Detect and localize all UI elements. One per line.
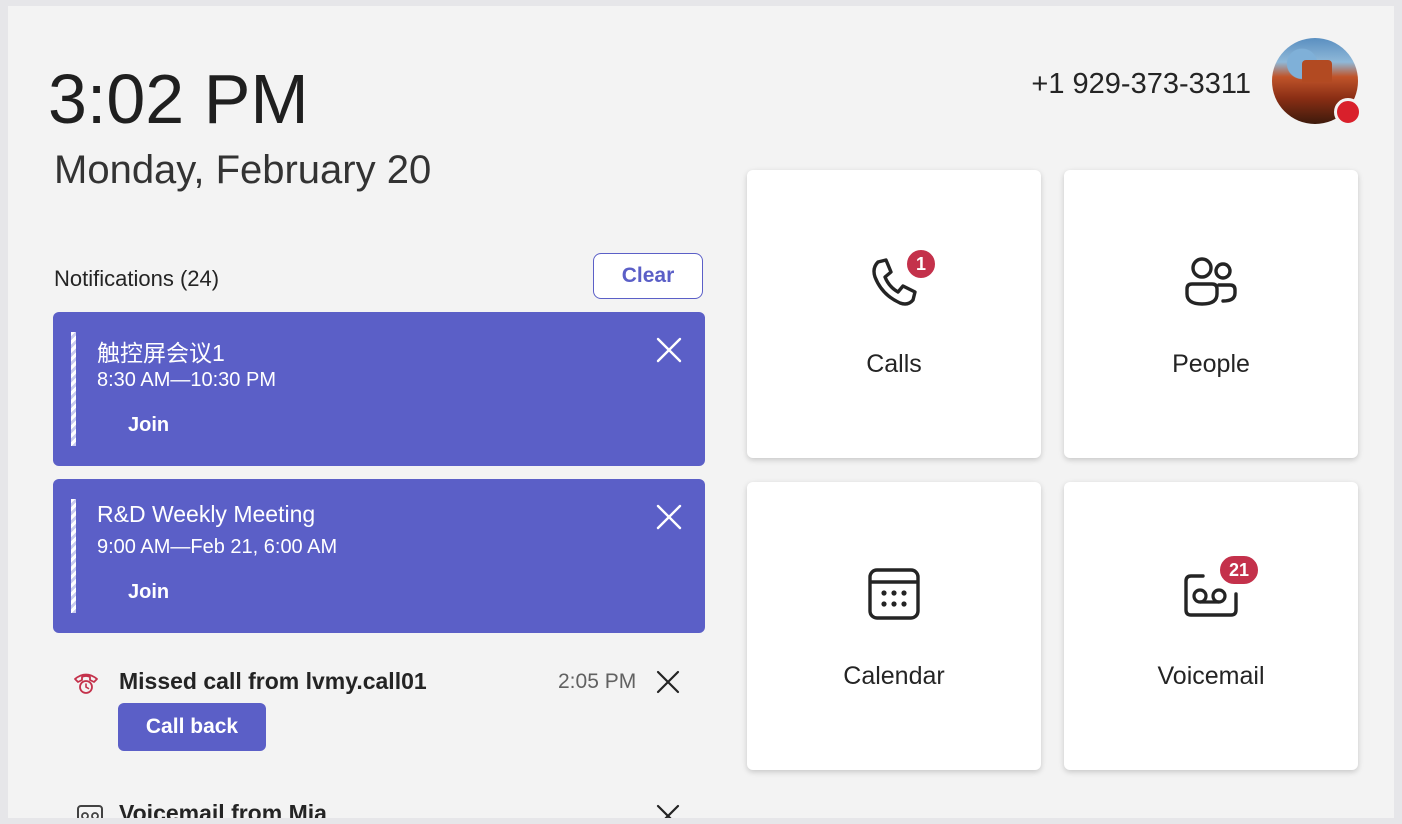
- meeting-time: 8:30 AM—10:30 PM: [97, 369, 276, 391]
- clear-notifications-button[interactable]: Clear: [593, 253, 703, 299]
- clock-time: 3:02 PM: [48, 60, 309, 138]
- phone-number: +1 929-373-3311: [1031, 68, 1251, 100]
- calls-tile-label: Calls: [866, 350, 922, 378]
- voicemail-badge: 21: [1218, 554, 1260, 586]
- join-meeting-button[interactable]: Join: [128, 414, 169, 437]
- home-screen: 3:02 PM Monday, February 20 +1 929-373-3…: [8, 6, 1394, 818]
- meeting-notification-card[interactable]: R&D Weekly Meeting 9:00 AM—Feb 21, 6:00 …: [53, 479, 705, 633]
- notifications-header: Notifications (24): [54, 266, 220, 291]
- meeting-tentative-bar: [71, 332, 76, 446]
- close-icon[interactable]: [653, 501, 685, 533]
- avatar[interactable]: [1272, 38, 1362, 126]
- voicemail-icon: [77, 805, 103, 818]
- meeting-notification-card[interactable]: 触控屏会议1 8:30 AM—10:30 PM Join: [53, 312, 705, 466]
- calls-badge: 1: [905, 248, 937, 280]
- call-back-button[interactable]: Call back: [118, 703, 266, 751]
- people-icon: [1185, 257, 1237, 306]
- calendar-tile[interactable]: Calendar: [747, 482, 1041, 770]
- presence-status-icon: [1334, 98, 1362, 126]
- close-icon[interactable]: [653, 334, 685, 366]
- clock-date: Monday, February 20: [54, 148, 432, 192]
- meeting-title: R&D Weekly Meeting: [97, 501, 316, 527]
- voicemail-tile[interactable]: 21 Voicemail: [1064, 482, 1358, 770]
- avatar-image: [1302, 60, 1332, 82]
- meeting-tentative-bar: [71, 499, 76, 613]
- people-tile[interactable]: People: [1064, 170, 1358, 458]
- voicemail-tile-label: Voicemail: [1157, 662, 1265, 690]
- close-icon[interactable]: [653, 667, 683, 697]
- missed-call-time: 2:05 PM: [558, 670, 637, 693]
- meeting-time: 9:00 AM—Feb 21, 6:00 AM: [97, 536, 338, 558]
- calls-tile[interactable]: 1 Calls: [747, 170, 1041, 458]
- calendar-tile-label: Calendar: [843, 662, 945, 690]
- voicemail-title: Voicemail from Mia: [119, 800, 327, 818]
- missed-call-title: Missed call from lvmy.call01: [119, 668, 427, 694]
- close-icon[interactable]: [653, 801, 683, 818]
- missed-call-icon: [74, 673, 98, 694]
- meeting-title: 触控屏会议1: [97, 340, 225, 366]
- join-meeting-button[interactable]: Join: [128, 581, 169, 604]
- people-tile-label: People: [1172, 350, 1250, 378]
- calendar-icon: [868, 568, 920, 620]
